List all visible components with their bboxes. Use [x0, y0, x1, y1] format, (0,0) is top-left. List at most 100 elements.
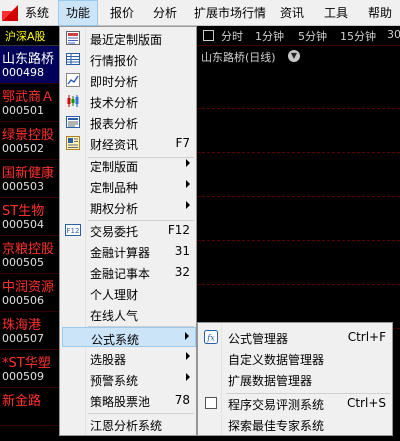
grid-line	[197, 196, 400, 197]
period-15min[interactable]: 15分钟	[340, 28, 376, 44]
menu-item-label: 江恩分析系统	[90, 419, 163, 433]
period-1min[interactable]: 1分钟	[255, 28, 284, 44]
stock-name: 国新健康	[2, 166, 55, 181]
menu-item-stock-picker[interactable]: 选股器	[62, 348, 196, 368]
stock-row[interactable]: 绿景控股 000502	[0, 122, 59, 160]
chart-title: 山东路桥(日线)	[201, 51, 276, 64]
menu-item-online-popularity[interactable]: 在线人气	[62, 304, 196, 324]
stock-code: 000498	[2, 66, 44, 79]
period-bar: 分时 1分钟 5分钟 15分钟 30	[197, 26, 400, 46]
stock-row[interactable]: 珠海港 000507	[0, 312, 59, 350]
menu-quote[interactable]: 报价	[103, 0, 141, 26]
report-icon	[66, 116, 80, 128]
menu-item-shortcut: 78	[174, 393, 190, 407]
submenu-item-custom-data-manager[interactable]: 自定义数据管理器	[200, 348, 392, 368]
menu-function[interactable]: 功能	[58, 0, 99, 26]
menubar: 系统 功能 报价 分析 扩展市场行情 资讯 工具 帮助	[0, 0, 400, 26]
menu-item-label: 公式管理器	[228, 332, 289, 346]
menu-item-label: 最近定制版面	[90, 33, 163, 47]
menu-item-label: 选股器	[90, 353, 127, 367]
menu-item-financial-calculator[interactable]: 金融计算器 31	[62, 241, 196, 261]
submenu-item-program-trading-eval[interactable]: 程序交易评测系统 Ctrl+S	[200, 393, 392, 413]
formula-system-submenu: fx 公式管理器 Ctrl+F 自定义数据管理器 扩展数据管理器 程序交易评测系…	[197, 322, 393, 436]
submenu-item-formula-manager[interactable]: fx 公式管理器 Ctrl+F	[200, 327, 392, 347]
function-menu: 最近定制版面 行情报价 即时分析 技术分析 报表分析 财经资讯 F7 定制版面 …	[59, 26, 197, 436]
menu-news[interactable]: 资讯	[273, 0, 311, 26]
svg-text:F12: F12	[67, 227, 80, 235]
menu-item-label: 定制品种	[90, 181, 139, 195]
menu-item-gann-analysis[interactable]: 江恩分析系统	[62, 414, 196, 434]
stock-list: 沪深A股 山东路桥 000498 鄂武商Ａ 000501 绿景控股 000502…	[0, 26, 59, 441]
stock-row[interactable]: 国新健康 000503	[0, 160, 59, 198]
menu-extended-market[interactable]: 扩展市场行情	[187, 0, 273, 26]
menu-item-label: 报表分析	[90, 117, 139, 131]
quote-table-icon	[66, 53, 80, 65]
stock-code: 000503	[2, 180, 44, 193]
stock-row[interactable]: 中润资源 000506	[0, 274, 59, 312]
formula-icon: fx	[204, 330, 218, 344]
stock-code: 000506	[2, 294, 44, 307]
menu-item-recent-layout[interactable]: 最近定制版面	[62, 28, 196, 48]
submenu-arrow-icon	[186, 201, 190, 209]
window-toggle-icon[interactable]	[203, 30, 214, 41]
stock-code: 000501	[2, 104, 44, 117]
menu-item-label: 探索最佳专家系统	[228, 419, 325, 433]
period-5min[interactable]: 5分钟	[298, 28, 327, 44]
menu-item-instant-analysis[interactable]: 即时分析	[62, 70, 196, 90]
stock-row[interactable]: 鄂武商Ａ 000501	[0, 84, 59, 122]
menu-item-label: 技术分析	[90, 96, 139, 110]
menu-item-financial-notebook[interactable]: 金融记事本 32	[62, 262, 196, 282]
menu-item-label: 扩展数据管理器	[228, 374, 313, 388]
menu-item-label: 预警系统	[90, 374, 139, 388]
line-chart-icon	[66, 73, 80, 87]
menu-item-custom-variety[interactable]: 定制品种	[62, 176, 196, 196]
grid-line	[197, 108, 400, 109]
stock-list-header[interactable]: 沪深A股	[0, 26, 59, 46]
menu-analysis[interactable]: 分析	[146, 0, 184, 26]
menu-item-personal-finance[interactable]: 个人理财	[62, 283, 196, 303]
period-30min[interactable]: 30	[387, 28, 400, 41]
menu-help[interactable]: 帮助	[361, 0, 399, 26]
submenu-item-extended-data-manager[interactable]: 扩展数据管理器	[200, 369, 392, 389]
menu-item-quote[interactable]: 行情报价	[62, 49, 196, 69]
submenu-arrow-icon	[185, 332, 189, 340]
stock-row[interactable]: 新金路	[0, 388, 59, 426]
menu-item-formula-system[interactable]: 公式系统	[62, 327, 196, 347]
menu-item-strategy-pool[interactable]: 策略股票池 78	[62, 390, 196, 410]
menu-item-alert-system[interactable]: 预警系统	[62, 369, 196, 389]
svg-text:fx: fx	[206, 334, 215, 343]
period-intraday[interactable]: 分时	[221, 28, 243, 44]
menu-item-label: 程序交易评测系统	[228, 398, 325, 412]
menu-item-custom-layout[interactable]: 定制版面	[62, 155, 196, 175]
menu-item-label: 交易委托	[90, 225, 139, 239]
news-icon	[66, 136, 80, 150]
stock-row[interactable]: 山东路桥 000498	[0, 46, 59, 84]
candlestick-icon	[67, 95, 79, 107]
market-label: 沪深A股	[5, 30, 46, 43]
menu-item-technical-analysis[interactable]: 技术分析	[62, 91, 196, 111]
stock-name: 山东路桥	[2, 52, 55, 67]
submenu-arrow-icon	[186, 373, 190, 381]
menu-item-label: 即时分析	[90, 75, 139, 89]
menu-item-option-analysis[interactable]: 期权分析	[62, 197, 196, 217]
menu-item-report-analysis[interactable]: 报表分析	[62, 112, 196, 132]
stock-code: 000504	[2, 218, 44, 231]
chevron-down-icon[interactable]: ▼	[288, 50, 300, 62]
checkbox-icon	[205, 397, 217, 409]
menu-tools[interactable]: 工具	[317, 0, 355, 26]
stock-name: 京粮控股	[2, 242, 55, 257]
menu-system[interactable]: 系统	[18, 0, 56, 26]
menu-item-finance-news[interactable]: 财经资讯 F7	[62, 133, 196, 153]
stock-row[interactable]: *ST华塑 000509	[0, 350, 59, 388]
recent-layout-icon	[66, 31, 80, 45]
submenu-arrow-icon	[186, 159, 190, 167]
menu-item-label: 个人理财	[90, 288, 139, 302]
stock-name: *ST华塑	[2, 356, 51, 371]
stock-row[interactable]: ST生物 000504	[0, 198, 59, 236]
menu-item-trade-order[interactable]: F12 交易委托 F12	[62, 220, 196, 240]
menu-item-shortcut: F12	[167, 223, 190, 237]
submenu-item-expert-system[interactable]: 探索最佳专家系统	[200, 414, 392, 434]
stock-row[interactable]: 京粮控股 000505	[0, 236, 59, 274]
stock-code: 000507	[2, 332, 44, 345]
menu-item-shortcut: Ctrl+F	[347, 330, 386, 344]
